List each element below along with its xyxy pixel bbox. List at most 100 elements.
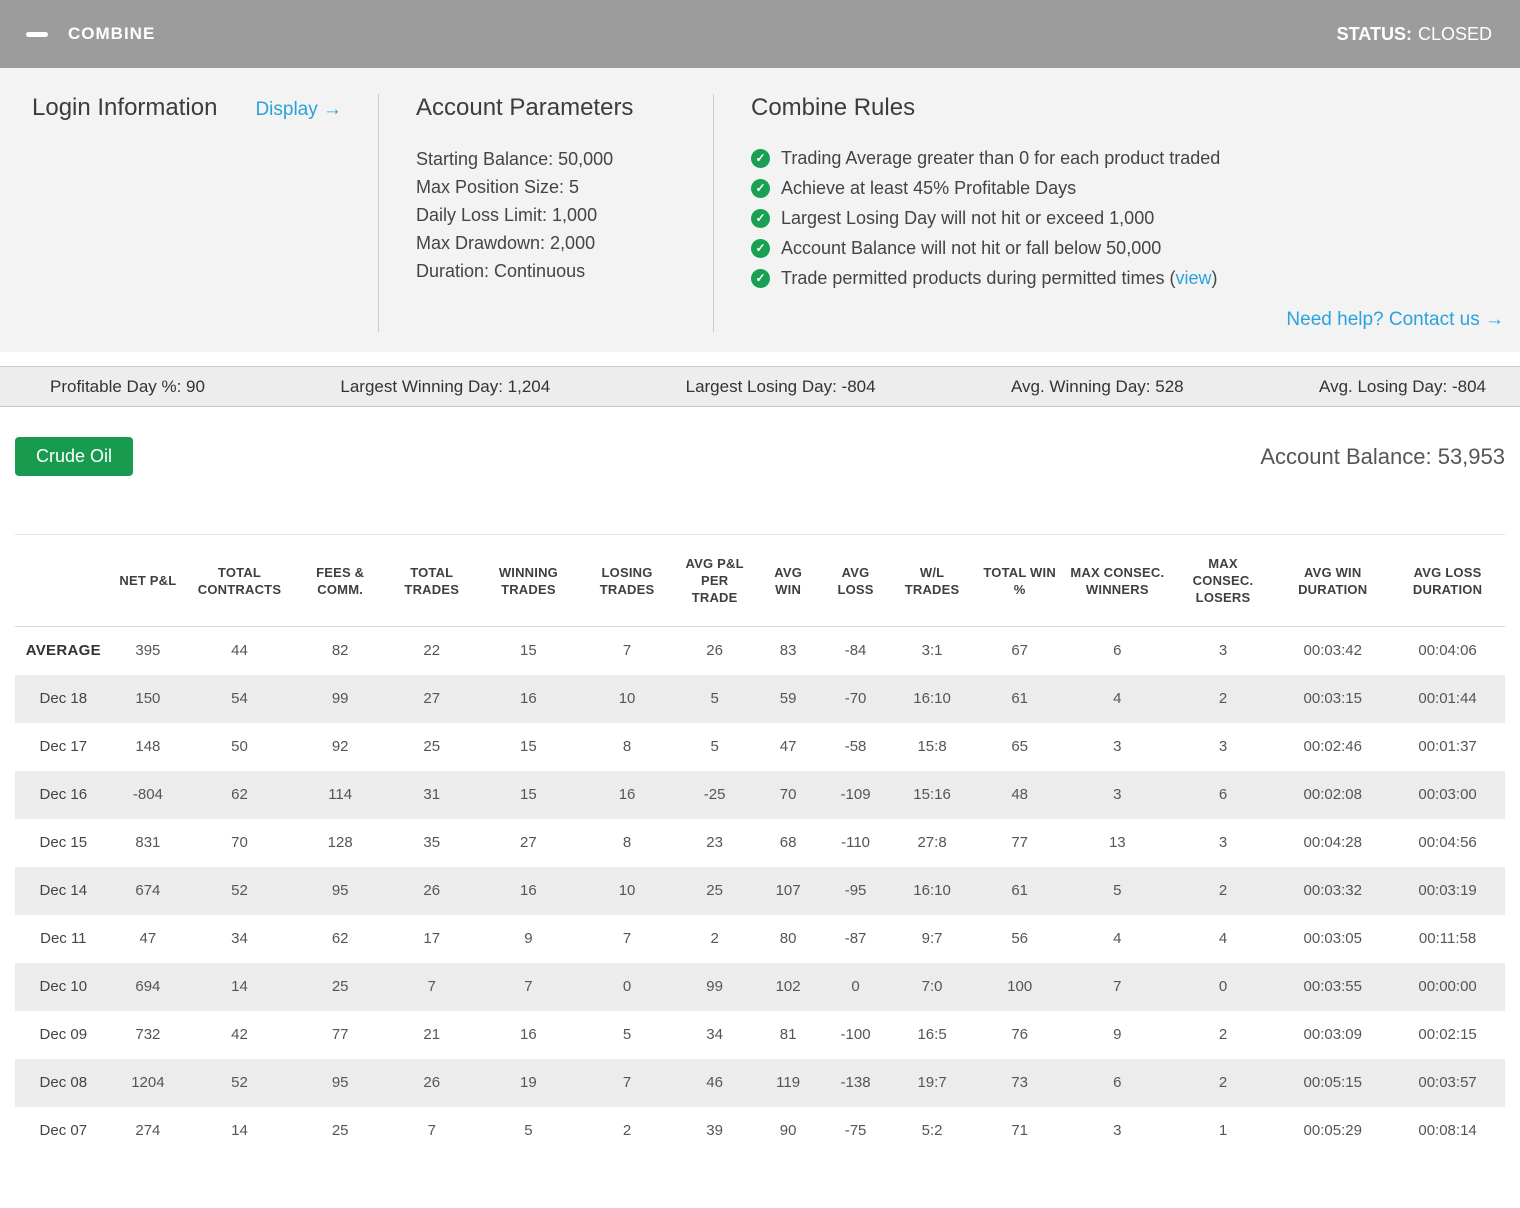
display-link[interactable]: Display → — [255, 99, 342, 121]
table-cell: 5 — [710, 690, 719, 707]
stat-largest-winning-day: Largest Winning Day: 1,204 — [340, 376, 551, 396]
column-header: W/L TRADES — [888, 534, 976, 627]
column-header: AVG WIN DURATION — [1275, 534, 1391, 627]
param-starting-balance: Starting Balance: 50,000 — [416, 148, 614, 169]
view-link[interactable]: view — [1176, 268, 1212, 288]
table-cell: 7 — [622, 642, 632, 660]
rule-item: ✓ Trade permitted products during permit… — [751, 267, 1504, 290]
table-cell: 90 — [779, 1122, 797, 1139]
table-cell: 5 — [524, 1122, 533, 1139]
rule-item: ✓ Achieve at least 45% Profitable Days — [751, 177, 1504, 200]
table-cell: 128 — [327, 834, 353, 851]
rule-item: ✓ Largest Losing Day will not hit or exc… — [751, 207, 1504, 230]
table-cell: 77 — [331, 1026, 349, 1043]
table-cell: 2 — [1218, 882, 1228, 899]
check-icon: ✓ — [751, 178, 770, 198]
table-cell: 61 — [1011, 690, 1028, 707]
rule-item: ✓ Account Balance will not hit or fall b… — [751, 237, 1504, 260]
table-cell: 70 — [231, 834, 248, 851]
table-row: Dec 16 -804 62 114 31 15 16 -25 70 -109 15:16 48 3 6 0… — [15, 770, 1505, 819]
minimize-icon[interactable] — [26, 31, 48, 37]
table-cell: 0 — [851, 978, 860, 995]
table-cell: -100 — [840, 1026, 871, 1043]
table-cell: 25 — [331, 978, 349, 995]
table-cell: 27 — [423, 690, 441, 707]
table-cell: 26 — [423, 882, 441, 899]
table-cell: 99 — [706, 978, 723, 995]
stat-avg-losing-day: Avg. Losing Day: -804 — [1319, 376, 1486, 396]
table-cell: 65 — [1011, 738, 1028, 755]
column-header: LOSING TRADES — [578, 534, 676, 627]
table-cell: 2 — [1218, 1026, 1228, 1043]
table-cell: 00:05:29 — [1303, 1122, 1362, 1139]
table-cell: 00:01:37 — [1418, 738, 1477, 755]
param-duration: Duration: Continuous — [416, 260, 586, 281]
table-cell: 2 — [622, 1122, 632, 1139]
column-header: WINNING TRADES — [478, 534, 579, 627]
table-cell: 5:2 — [921, 1122, 943, 1139]
table-cell: 7 — [1113, 978, 1122, 995]
table-cell: -110 — [841, 834, 871, 851]
check-icon: ✓ — [751, 148, 770, 168]
table-row: Dec 08 1204 52 95 26 19 7 46 119 -138 19:7 73 6 2 00:0… — [15, 1058, 1505, 1107]
table-cell: 4 — [1218, 930, 1228, 947]
table-cell: 00:02:15 — [1418, 1026, 1477, 1043]
row-label: Dec 17 — [39, 738, 88, 755]
table-cell: 52 — [231, 882, 248, 899]
table-cell: 19:7 — [917, 1074, 947, 1091]
check-icon: ✓ — [751, 268, 770, 288]
table-cell: 82 — [331, 642, 349, 660]
table-cell: 95 — [331, 1074, 349, 1091]
table-cell: 9 — [524, 930, 533, 947]
crude-oil-button[interactable]: Crude Oil — [15, 437, 134, 476]
table-cell: 3 — [1113, 1122, 1122, 1139]
table-cell: 1 — [1218, 1122, 1228, 1139]
table-cell: 81 — [779, 1026, 797, 1043]
table-cell: 8 — [622, 738, 632, 755]
table-row: Dec 17 148 50 92 25 15 8 5 47 -58 15:8 65 3 3 00:02:46… — [15, 723, 1505, 771]
table-cell: 15:8 — [917, 738, 947, 755]
table-cell: 2 — [1218, 1074, 1228, 1091]
table-cell: 27 — [520, 834, 537, 851]
table-cell: 9 — [1113, 1026, 1122, 1043]
table-cell: 00:03:19 — [1418, 882, 1477, 899]
table-cell: 00:03:57 — [1418, 1074, 1477, 1091]
table-cell: 15 — [520, 738, 537, 755]
contact-us-link[interactable]: Need help? Contact us → — [1286, 309, 1504, 330]
table-cell: 674 — [135, 882, 161, 899]
table-cell: 77 — [1011, 834, 1028, 851]
table-cell: 76 — [1011, 1026, 1028, 1043]
table-cell: 34 — [231, 930, 248, 947]
table-cell: 62 — [331, 930, 349, 947]
balance-row: Crude Oil Account Balance: 53,953 — [15, 437, 1505, 476]
check-icon: ✓ — [751, 238, 770, 258]
rule-text: Account Balance will not hit or fall bel… — [781, 237, 1162, 258]
table-cell: 16 — [520, 882, 537, 899]
table-cell: 46 — [706, 1074, 723, 1091]
column-header: AVG LOSS DURATION — [1390, 534, 1505, 627]
table-cell: 6 — [1218, 786, 1228, 803]
table-cell: 831 — [135, 834, 161, 851]
table-cell: -84 — [844, 642, 867, 660]
table-cell: 61 — [1011, 882, 1028, 899]
table-cell: -95 — [844, 882, 867, 899]
param-max-drawdown: Max Drawdown: 2,000 — [416, 232, 596, 253]
table-cell: 47 — [779, 738, 797, 755]
table-cell: 14 — [231, 1122, 248, 1139]
row-label: Dec 18 — [39, 690, 88, 707]
row-label: Dec 14 — [39, 882, 88, 899]
table-cell: 50 — [231, 738, 248, 755]
stat-largest-losing-day: Largest Losing Day: -804 — [685, 376, 876, 396]
account-balance: Account Balance: 53,953 — [1260, 443, 1505, 469]
table-cell: 70 — [779, 786, 797, 803]
table-cell: 14 — [231, 978, 248, 995]
table-cell: 00:03:32 — [1303, 882, 1362, 899]
stat-avg-winning-day: Avg. Winning Day: 528 — [1010, 376, 1184, 396]
table-cell: 16 — [520, 1026, 537, 1043]
rule-text-suffix: ) — [1211, 267, 1218, 288]
combine-rules-section: Combine Rules ✓ Trading Average greater … — [713, 94, 1504, 332]
row-label: Dec 10 — [39, 978, 88, 995]
combine-rules-list: ✓ Trading Average greater than 0 for eac… — [751, 147, 1504, 297]
param-daily-loss-limit: Daily Loss Limit: 1,000 — [416, 204, 598, 225]
rule-text: Trading Average greater than 0 for each … — [781, 147, 1221, 168]
